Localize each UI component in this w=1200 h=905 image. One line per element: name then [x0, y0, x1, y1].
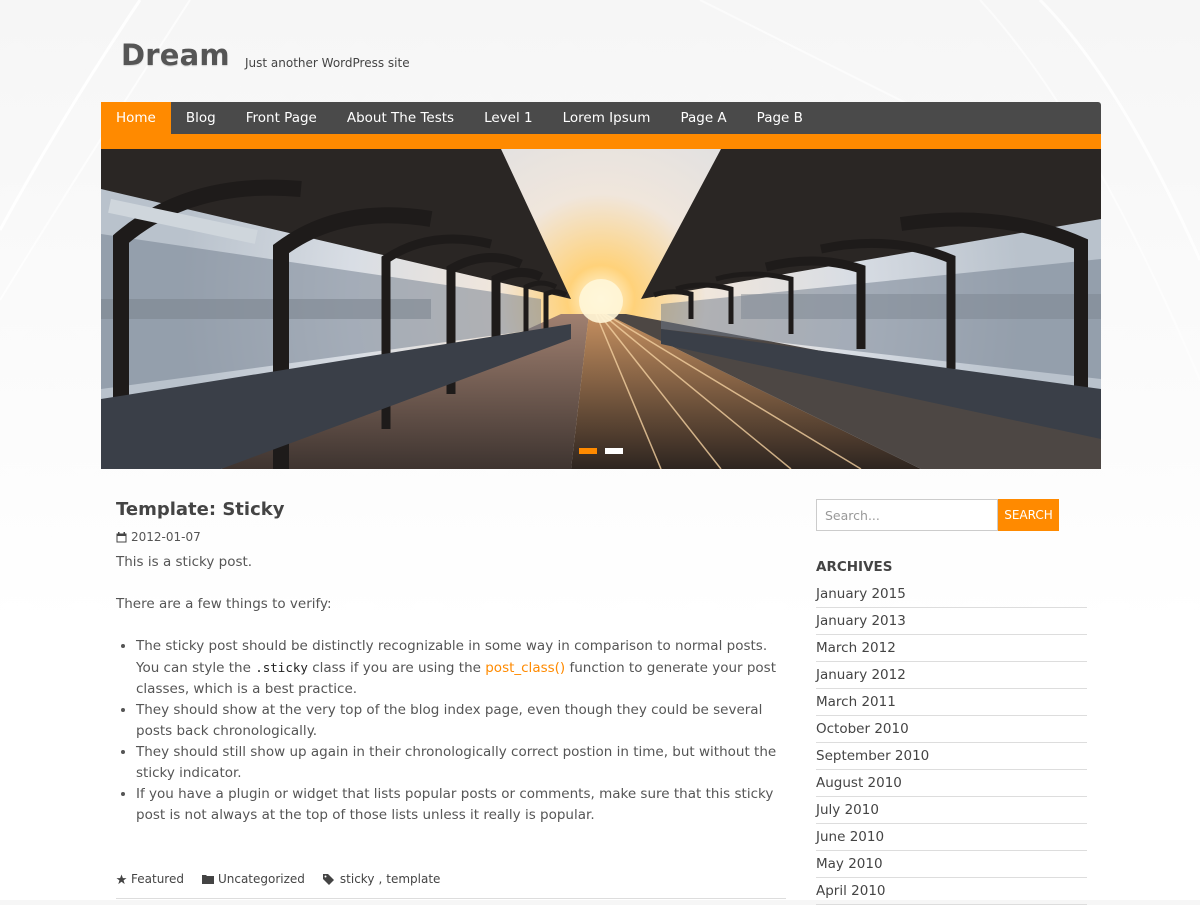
site-description: Just another WordPress site	[245, 56, 410, 70]
search-input[interactable]	[816, 499, 998, 531]
nav-item-lorem-ipsum[interactable]: Lorem Ipsum	[548, 102, 666, 134]
archives-list: January 2015 January 2013 March 2012 Jan…	[816, 581, 1087, 905]
tags-icon	[322, 873, 336, 885]
train-station-image	[101, 149, 1101, 469]
folder-icon	[201, 874, 214, 884]
archive-link[interactable]: September 2010	[816, 743, 1087, 770]
nav-accent-bar	[101, 134, 1101, 149]
page-wrapper: Dream Just another WordPress site Home B…	[101, 0, 1101, 905]
archive-link[interactable]: March 2011	[816, 689, 1087, 716]
nav-item-page-b[interactable]: Page B	[742, 102, 818, 134]
list-item: The sticky post should be distinctly rec…	[136, 636, 786, 700]
archive-link[interactable]: June 2010	[816, 824, 1087, 851]
nav-item-home[interactable]: Home	[101, 102, 171, 134]
nav-item-front-page[interactable]: Front Page	[231, 102, 332, 134]
slider-pagination	[579, 448, 623, 454]
archive-link[interactable]: April 2010	[816, 878, 1087, 905]
category-link[interactable]: Uncategorized	[218, 872, 305, 886]
post-intro: This is a sticky post.	[116, 554, 253, 570]
archive-link[interactable]: July 2010	[816, 797, 1087, 824]
post-date-text[interactable]: 2012-01-07	[131, 530, 201, 544]
list-item: They should show at the very top of the …	[136, 700, 786, 742]
nav-item-page-a[interactable]: Page A	[665, 102, 741, 134]
sticky-post: Template: Sticky 2012-01-07 This is a st…	[116, 496, 786, 899]
post-content: This is a sticky post. There are a few t…	[116, 552, 786, 826]
sticky-class-code: .sticky	[255, 660, 308, 675]
tag-link-template[interactable]: template	[386, 872, 440, 886]
post-divider	[116, 898, 786, 899]
tag-link-sticky[interactable]: sticky	[340, 872, 375, 886]
nav-item-about-the-tests[interactable]: About The Tests	[332, 102, 469, 134]
site-title[interactable]: Dream	[121, 38, 230, 72]
post-title[interactable]: Template: Sticky	[116, 496, 786, 524]
list-item: If you have a plugin or widget that list…	[136, 784, 786, 826]
calendar-icon	[116, 531, 127, 543]
main-navigation: Home Blog Front Page About The Tests Lev…	[101, 102, 1101, 134]
archive-link[interactable]: January 2012	[816, 662, 1087, 689]
slider-dot-1[interactable]	[579, 448, 597, 454]
archive-link[interactable]: October 2010	[816, 716, 1087, 743]
verify-list: The sticky post should be distinctly rec…	[116, 636, 786, 826]
tag-separator: ,	[378, 872, 383, 886]
featured-label: Featured	[131, 872, 184, 886]
post-class-link[interactable]: post_class()	[485, 660, 565, 676]
post-meta: Featured Uncategorized sticky , template	[116, 872, 440, 886]
archive-link[interactable]: August 2010	[816, 770, 1087, 797]
archive-link[interactable]: January 2013	[816, 608, 1087, 635]
nav-item-blog[interactable]: Blog	[171, 102, 231, 134]
nav-item-level-1[interactable]: Level 1	[469, 102, 548, 134]
archive-link[interactable]: May 2010	[816, 851, 1087, 878]
post-date: 2012-01-07	[116, 530, 786, 544]
archive-link[interactable]: March 2012	[816, 635, 1087, 662]
search-button[interactable]: SEARCH	[998, 499, 1059, 531]
archive-link[interactable]: January 2015	[816, 581, 1087, 608]
search-form: SEARCH	[816, 499, 1087, 531]
post-verify-text: There are a few things to verify:	[116, 596, 332, 612]
list-item: They should still show up again in their…	[136, 742, 786, 784]
slider-dot-2[interactable]	[605, 448, 623, 454]
archives-title: ARCHIVES	[816, 559, 893, 575]
hero-slider[interactable]	[101, 149, 1101, 469]
sidebar: SEARCH ARCHIVES January 2015 January 201…	[816, 499, 1087, 905]
star-icon	[116, 873, 127, 885]
